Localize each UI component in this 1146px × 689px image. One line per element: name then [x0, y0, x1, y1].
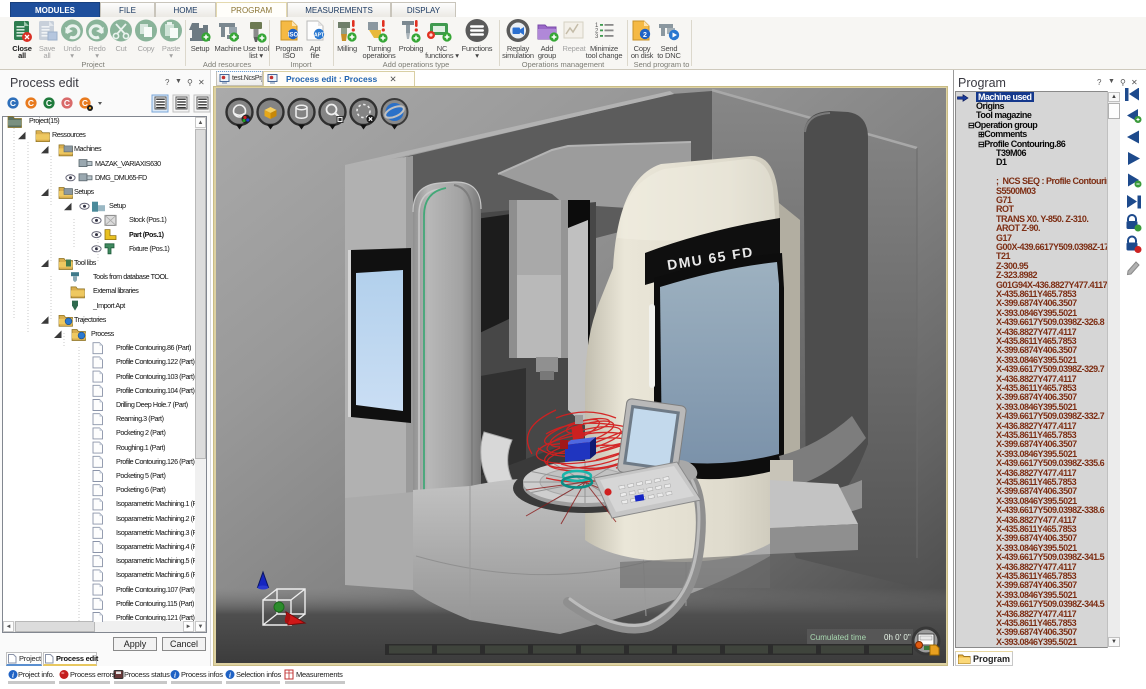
svg-text:3: 3 — [595, 34, 599, 40]
svg-text:i: i — [12, 672, 14, 680]
svg-text:APT: APT — [314, 33, 324, 39]
svg-text:i: i — [229, 672, 231, 680]
svg-text:Cumulated time: Cumulated time — [810, 633, 867, 642]
svg-text:2: 2 — [643, 32, 647, 39]
svg-text:0h 0' 0'': 0h 0' 0'' — [884, 633, 911, 642]
svg-text:ISO: ISO — [288, 33, 299, 39]
svg-text:i: i — [174, 672, 176, 680]
